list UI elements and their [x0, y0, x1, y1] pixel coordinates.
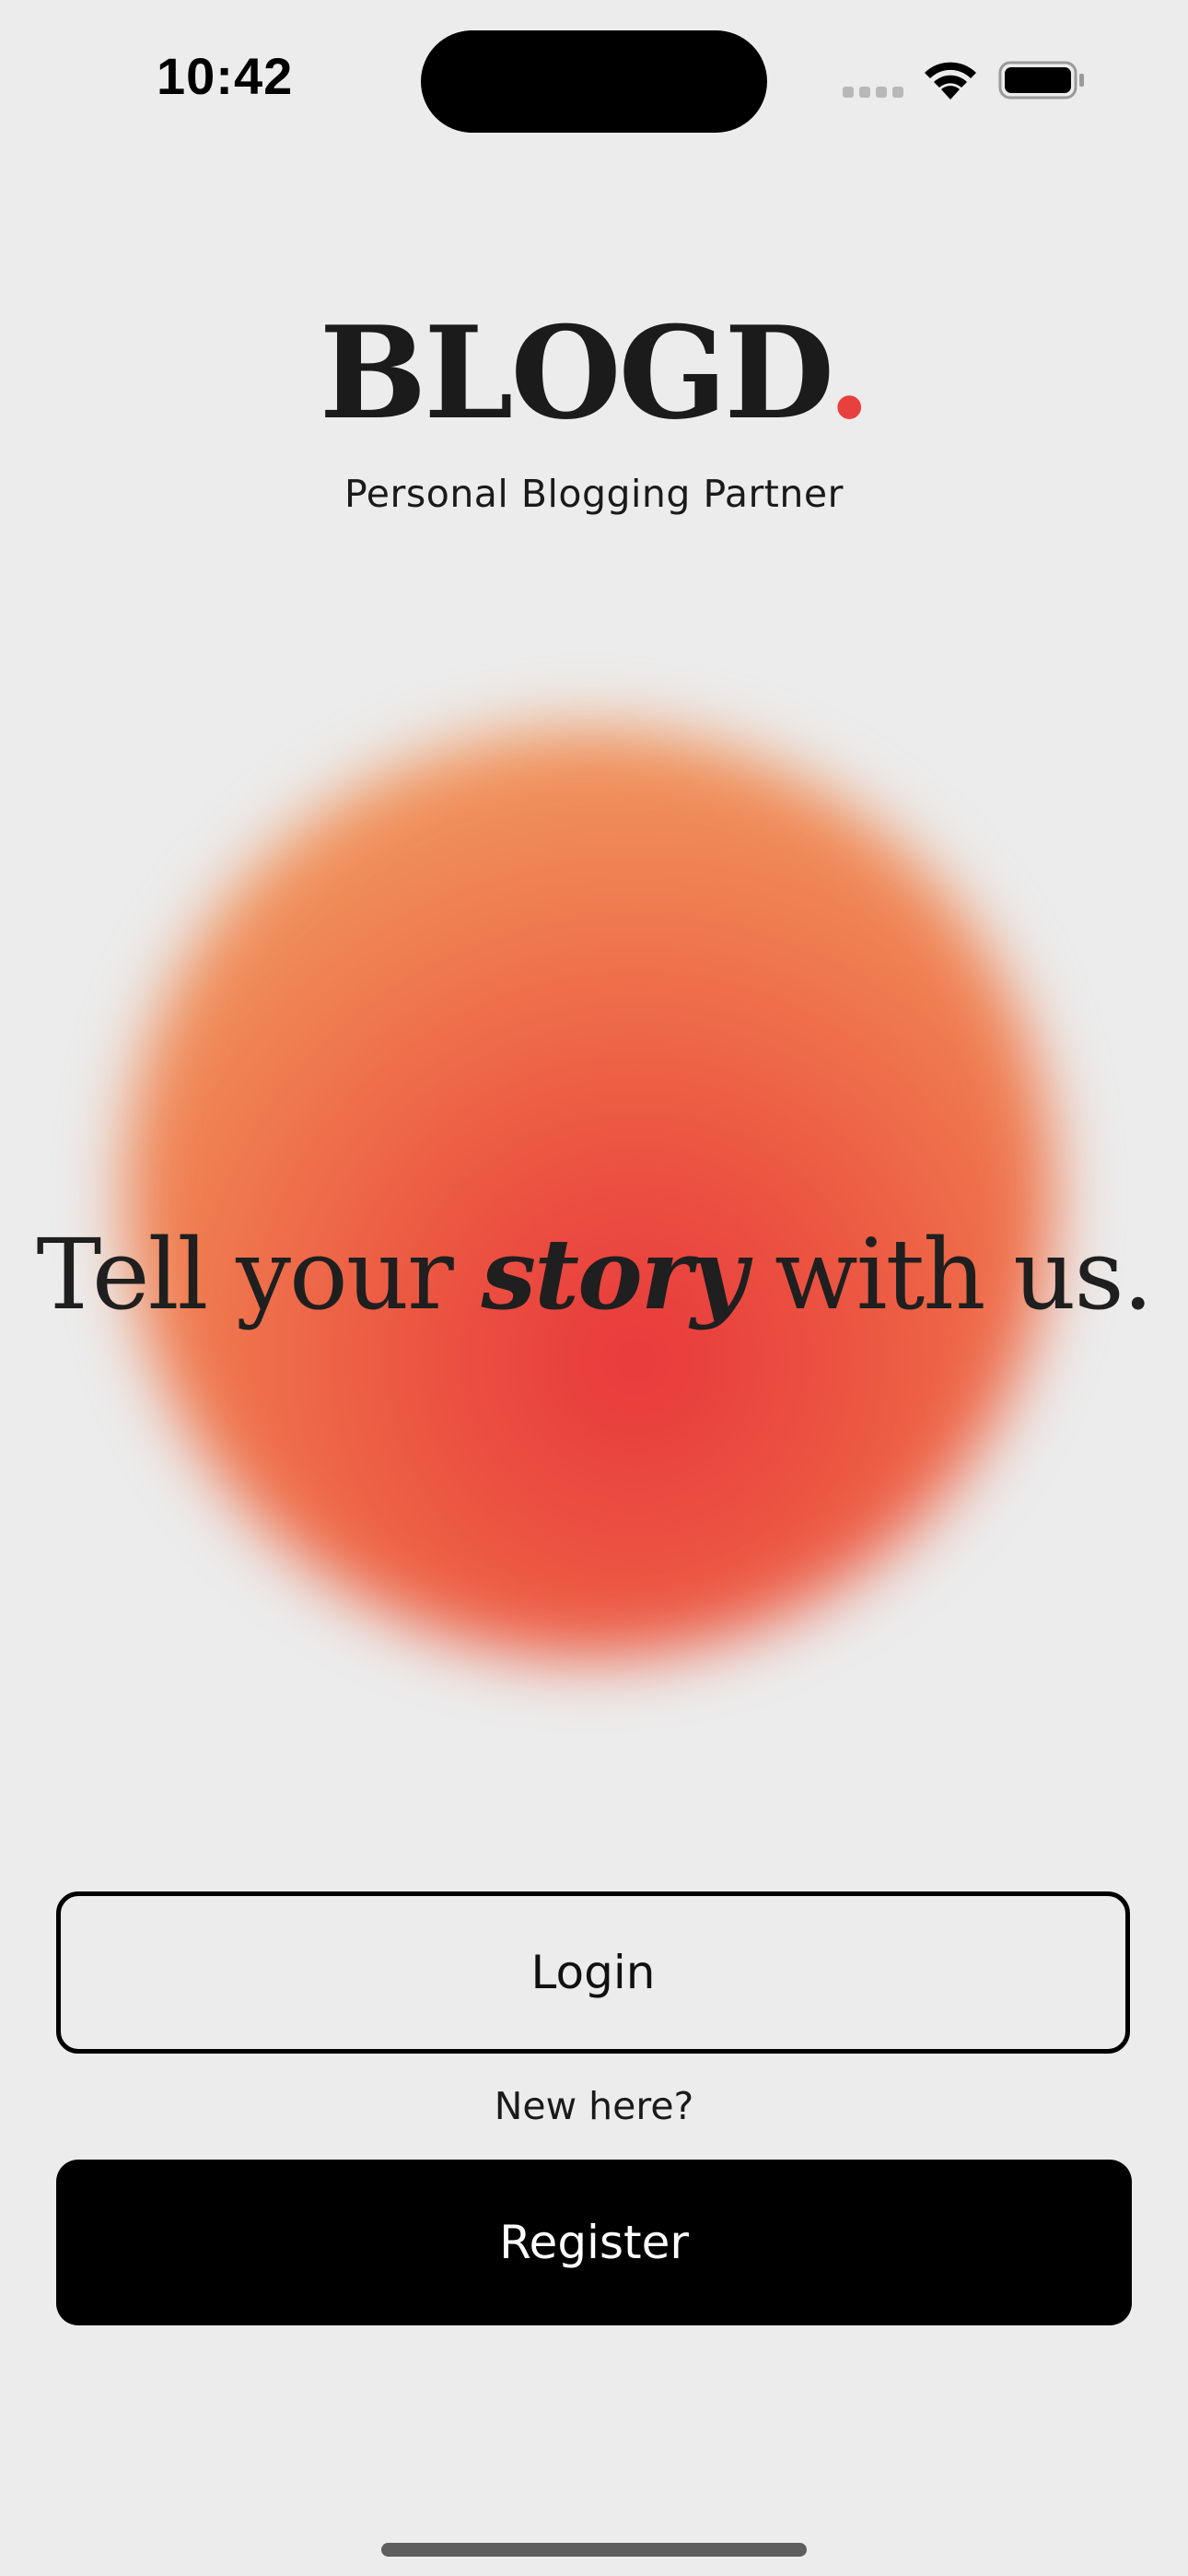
register-button[interactable]: Register: [56, 2160, 1132, 2325]
battery-icon: [998, 61, 1087, 100]
new-here-label: New here?: [494, 2084, 694, 2128]
hero-headline-emphasis: story: [481, 1216, 748, 1331]
gradient-orb: [124, 728, 1054, 1658]
hero-headline-start: Tell your: [36, 1218, 482, 1331]
login-button[interactable]: Login: [56, 1891, 1130, 2054]
brand-logo: BLOGD.: [0, 295, 1188, 451]
dynamic-island: [421, 30, 767, 133]
status-time: 10:42: [157, 47, 294, 105]
brand-name: BLOGD: [319, 298, 830, 448]
hero-headline-end: with us.: [745, 1218, 1154, 1331]
cellular-signal-icon: [843, 87, 903, 98]
login-button-label: Login: [530, 1946, 656, 1999]
hero-headline: Tell your story with us.: [0, 1214, 1188, 1335]
home-indicator[interactable]: [381, 2543, 807, 2557]
register-button-label: Register: [499, 2216, 689, 2269]
wifi-icon: [921, 57, 980, 101]
brand-dot: .: [827, 298, 871, 448]
brand-tagline: Personal Blogging Partner: [344, 472, 844, 516]
